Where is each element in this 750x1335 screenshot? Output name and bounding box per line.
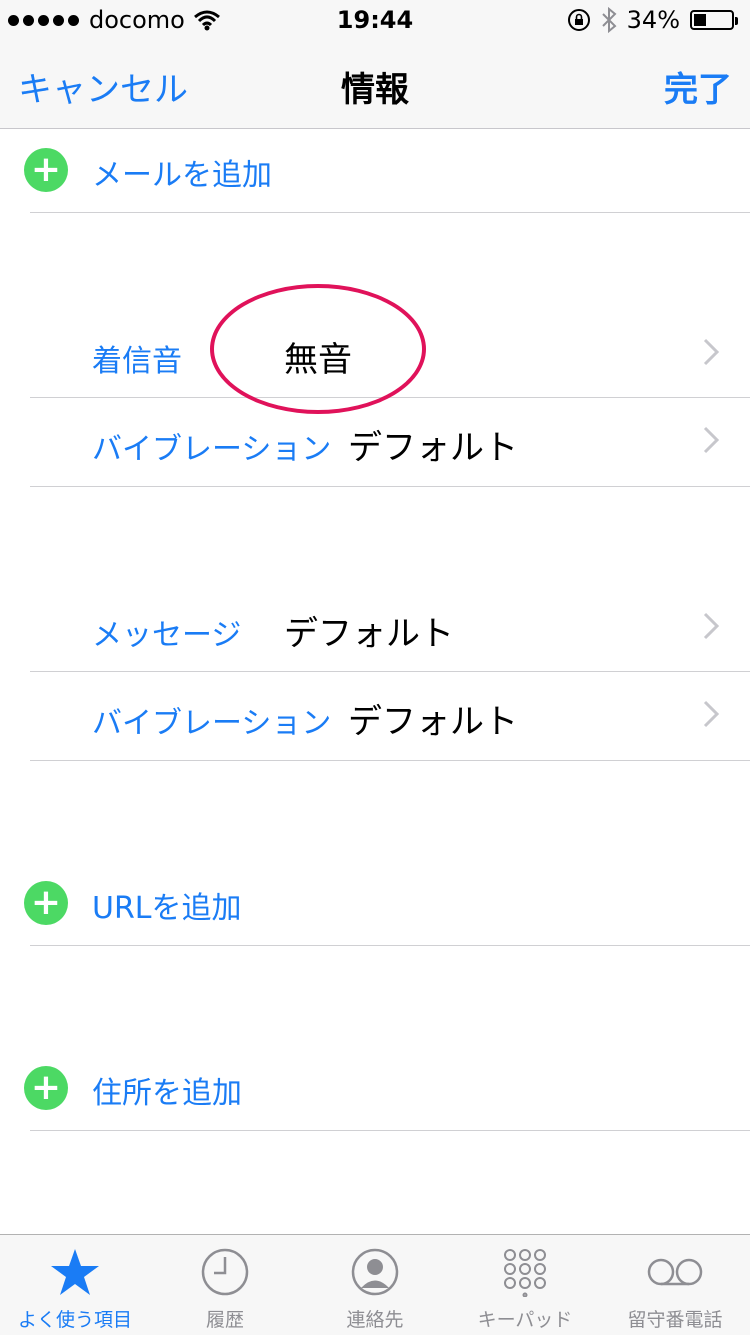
add-icon[interactable]: + <box>24 148 68 192</box>
vibration-value: デフォルト <box>348 428 518 468</box>
clock-icon <box>201 1248 249 1296</box>
divider <box>30 212 750 213</box>
tab-voicemail[interactable]: 留守番電話 <box>600 1235 750 1335</box>
add-url-label: URLを追加 <box>92 891 242 926</box>
tab-label: 留守番電話 <box>627 1309 723 1331</box>
page-title: 情報 <box>341 70 409 110</box>
battery-fill <box>694 14 706 26</box>
tab-contacts[interactable]: 連絡先 <box>300 1235 450 1335</box>
add-email-label: メールを追加 <box>92 158 272 193</box>
tab-label: 履歴 <box>205 1309 244 1331</box>
rotation-lock-icon <box>567 9 590 31</box>
add-url-row[interactable]: + URLを追加 <box>0 861 750 945</box>
divider <box>30 945 750 946</box>
vibration-value: デフォルト <box>348 702 518 742</box>
tab-recents[interactable]: 履歴 <box>150 1235 300 1335</box>
vibration-row-call[interactable]: バイブレーション デフォルト <box>0 398 750 486</box>
tab-label: よく使う項目 <box>17 1309 132 1331</box>
message-value: デフォルト <box>284 614 454 654</box>
ringtone-label: 着信音 <box>92 344 182 379</box>
annotation-circle <box>210 284 426 414</box>
add-address-row[interactable]: + 住所を追加 <box>0 1046 750 1130</box>
add-email-row[interactable]: + メールを追加 <box>0 128 750 212</box>
star-icon <box>51 1249 99 1295</box>
chevron-right-icon <box>703 700 720 728</box>
tab-keypad[interactable]: キーパッド <box>450 1235 600 1335</box>
vibration-label: バイブレーション <box>92 432 332 467</box>
chevron-right-icon <box>703 426 720 454</box>
divider <box>30 1130 750 1131</box>
vibration-label: バイブレーション <box>92 706 332 741</box>
tab-label: 連絡先 <box>346 1309 404 1331</box>
status-bar: docomo 19:44 34% <box>0 0 750 40</box>
add-address-label: 住所を追加 <box>92 1076 242 1111</box>
voicemail-icon <box>647 1258 703 1286</box>
chevron-right-icon <box>703 338 720 366</box>
navigation-bar: キャンセル 情報 完了 <box>0 40 750 129</box>
add-icon[interactable]: + <box>24 881 68 925</box>
status-right: 34% <box>567 6 738 34</box>
tab-bar: よく使う項目 履歴 連絡先 キーパッド 留守番電話 <box>0 1234 750 1335</box>
done-button[interactable]: 完了 <box>664 62 732 111</box>
chevron-right-icon <box>703 612 720 640</box>
tab-label: キーパッド <box>477 1309 573 1331</box>
battery-percent: 34% <box>626 6 680 34</box>
divider <box>30 486 750 487</box>
message-label: メッセージ <box>92 618 242 653</box>
keypad-icon <box>504 1249 546 1297</box>
tab-favorites[interactable]: よく使う項目 <box>0 1235 150 1335</box>
battery-icon <box>690 10 738 30</box>
contacts-icon <box>351 1248 399 1296</box>
message-tone-row[interactable]: メッセージ デフォルト <box>0 584 750 672</box>
divider <box>30 760 750 761</box>
bluetooth-icon <box>601 7 617 33</box>
vibration-row-message[interactable]: バイブレーション デフォルト <box>0 672 750 760</box>
add-icon[interactable]: + <box>24 1066 68 1110</box>
